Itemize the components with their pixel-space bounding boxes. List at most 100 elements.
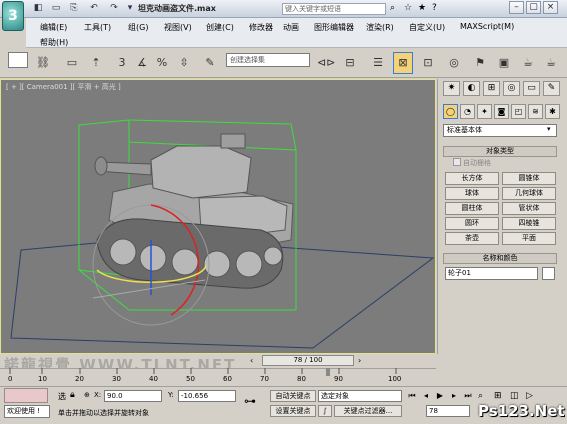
lock-selection-icon[interactable]: 🔒︎ (70, 390, 75, 400)
object-color-swatch[interactable] (542, 267, 555, 280)
app-logo-icon[interactable]: 3 (2, 1, 24, 31)
menu-views[interactable]: 视图(V) (164, 22, 192, 33)
teapot-button[interactable]: 茶壶 (445, 232, 499, 245)
zoom-extents-icon[interactable]: ◫ (510, 391, 519, 401)
quick-access-dropdown-icon[interactable]: ▾ (124, 2, 136, 14)
go-to-start-icon[interactable]: ⏮ (406, 390, 418, 402)
y-coordinate-input[interactable]: -10.656 (178, 390, 236, 402)
menu-help[interactable]: 帮助(H) (40, 37, 68, 48)
communication-center-icon[interactable]: ☆ (404, 3, 412, 13)
new-file-icon[interactable]: ◧ (32, 2, 44, 14)
menu-modifiers[interactable]: 修改器 (249, 22, 273, 33)
menu-maxscript[interactable]: MAXScript(M) (460, 22, 514, 31)
play-icon[interactable]: ▶ (434, 390, 446, 402)
render-production-icon[interactable]: ☕ (541, 52, 561, 74)
modify-tab-icon[interactable]: ◐ (463, 81, 480, 96)
redo-icon[interactable]: ↷ (108, 2, 120, 14)
angle-snap-icon[interactable]: ∡ (132, 52, 152, 74)
next-frame-icon[interactable]: › (358, 356, 361, 365)
menu-edit[interactable]: 编辑(E) (40, 22, 67, 33)
undo-icon[interactable]: ↶ (88, 2, 100, 14)
maxscript-listener-mini[interactable] (4, 388, 48, 403)
abs-mode-icon[interactable]: ⊕ (84, 391, 90, 399)
minimize-button[interactable]: – (509, 1, 524, 14)
menu-rendering[interactable]: 渲染(R) (366, 22, 394, 33)
box-button[interactable]: 长方体 (445, 172, 499, 185)
primitive-type-dropdown[interactable]: 标准基本体 (443, 124, 557, 137)
prev-frame-icon[interactable]: ‹ (250, 356, 253, 365)
menu-tools[interactable]: 工具(T) (84, 22, 111, 33)
percent-snap-icon[interactable]: % (152, 52, 172, 74)
tube-button[interactable]: 管状体 (502, 202, 556, 215)
hierarchy-tab-icon[interactable]: ⊞ (483, 81, 500, 96)
mirror-icon[interactable]: ⊲⊳ (316, 52, 336, 74)
select-and-link-icon[interactable]: ⛓ (33, 52, 53, 74)
x-coordinate-input[interactable]: 90.0 (104, 390, 162, 402)
display-tab-icon[interactable]: ▭ (523, 81, 540, 96)
cylinder-button[interactable]: 圆柱体 (445, 202, 499, 215)
search-icon[interactable]: ⌕ (390, 3, 395, 13)
geosphere-button[interactable]: 几何球体 (502, 187, 556, 200)
menu-customize[interactable]: 自定义(U) (409, 22, 445, 33)
edit-named-selection-icon[interactable]: ✎ (200, 52, 220, 74)
next-frame-icon[interactable]: ▸ (448, 390, 460, 402)
field-of-view-icon[interactable]: ▷ (526, 391, 533, 401)
select-by-name-icon[interactable]: ⇡ (86, 52, 106, 74)
favorites-icon[interactable]: ★ (418, 3, 426, 13)
time-slider-thumb[interactable]: 78 / 100 (262, 355, 354, 366)
object-name-input[interactable]: 轮子01 (445, 267, 538, 280)
chevron-down-icon[interactable]: ▾ (547, 125, 551, 133)
quick-render-icon[interactable]: ☕ (518, 52, 538, 74)
rendered-frame-window-icon[interactable]: ▣ (494, 52, 514, 74)
pyramid-button[interactable]: 四棱锥 (502, 217, 556, 230)
schematic-view-icon[interactable]: ⊡ (418, 52, 438, 74)
selected-object-dropdown[interactable]: 选定对象 (318, 390, 402, 402)
select-object-icon[interactable]: ▭ (62, 52, 82, 74)
layer-manager-icon[interactable]: ☰ (368, 52, 388, 74)
sphere-button[interactable]: 球体 (445, 187, 499, 200)
key-filters-icon[interactable]: ∫ (318, 405, 332, 417)
systems-icon[interactable]: ✱ (545, 104, 560, 119)
current-frame-input[interactable]: 78 (426, 405, 470, 417)
align-icon[interactable]: ⊟ (340, 52, 360, 74)
helpers-icon[interactable]: ◰ (511, 104, 526, 119)
named-selection-set-dropdown[interactable]: 创建选择集 (226, 53, 310, 67)
set-key-button[interactable]: 设置关键点 (270, 405, 316, 417)
utilities-tab-icon[interactable]: ✎ (543, 81, 560, 96)
curve-editor-icon[interactable]: ⊠ (393, 52, 413, 74)
material-editor-icon[interactable]: ◎ (444, 52, 464, 74)
save-file-icon[interactable]: ⎘ (68, 2, 80, 14)
previous-frame-icon[interactable]: ◂ (420, 390, 432, 402)
torus-button[interactable]: 圆环 (445, 217, 499, 230)
snap-3d-icon[interactable]: 3 (112, 52, 132, 74)
zoom-all-icon[interactable]: ⊞ (494, 391, 502, 401)
help-icon[interactable]: ? (432, 3, 437, 13)
autogrid-checkbox[interactable] (453, 158, 461, 166)
open-file-icon[interactable]: ▭ (50, 2, 62, 14)
motion-tab-icon[interactable]: ◎ (503, 81, 520, 96)
lights-icon[interactable]: ✦ (477, 104, 492, 119)
object-type-rollout[interactable]: 对象类型 (443, 146, 557, 157)
geometry-icon[interactable]: ◯ (443, 104, 458, 119)
menu-group[interactable]: 组(G) (128, 22, 148, 33)
selection-filter-dropdown[interactable] (8, 52, 28, 68)
menu-animation[interactable]: 动画 (283, 22, 299, 33)
shapes-icon[interactable]: ◔ (460, 104, 475, 119)
key-icon[interactable]: ⊶ (244, 394, 256, 408)
space-warps-icon[interactable]: ≋ (528, 104, 543, 119)
camera-viewport[interactable]: [ + ][ Camera001 ][ 平滑 + 高光 ] (0, 79, 436, 354)
menu-create[interactable]: 创建(C) (206, 22, 234, 33)
render-setup-icon[interactable]: ⚑ (470, 52, 490, 74)
viewport-label[interactable]: [ + ][ Camera001 ][ 平滑 + 高光 ] (6, 82, 121, 92)
cone-button[interactable]: 圆锥体 (502, 172, 556, 185)
welcome-text[interactable]: 欢迎使用 ! (4, 405, 50, 418)
name-and-color-rollout[interactable]: 名称和颜色 (443, 253, 557, 264)
spinner-snap-icon[interactable]: ⇳ (174, 52, 194, 74)
search-input[interactable]: 键入关键字或短语 (282, 3, 386, 15)
menu-graph-editors[interactable]: 图形编辑器 (314, 22, 354, 33)
zoom-icon[interactable]: ⌕ (478, 391, 483, 401)
cameras-icon[interactable]: ◙ (494, 104, 509, 119)
auto-key-button[interactable]: 自动关键点 (270, 390, 316, 402)
go-to-end-icon[interactable]: ⏭ (462, 390, 474, 402)
create-tab-icon[interactable]: ✷ (443, 81, 460, 96)
